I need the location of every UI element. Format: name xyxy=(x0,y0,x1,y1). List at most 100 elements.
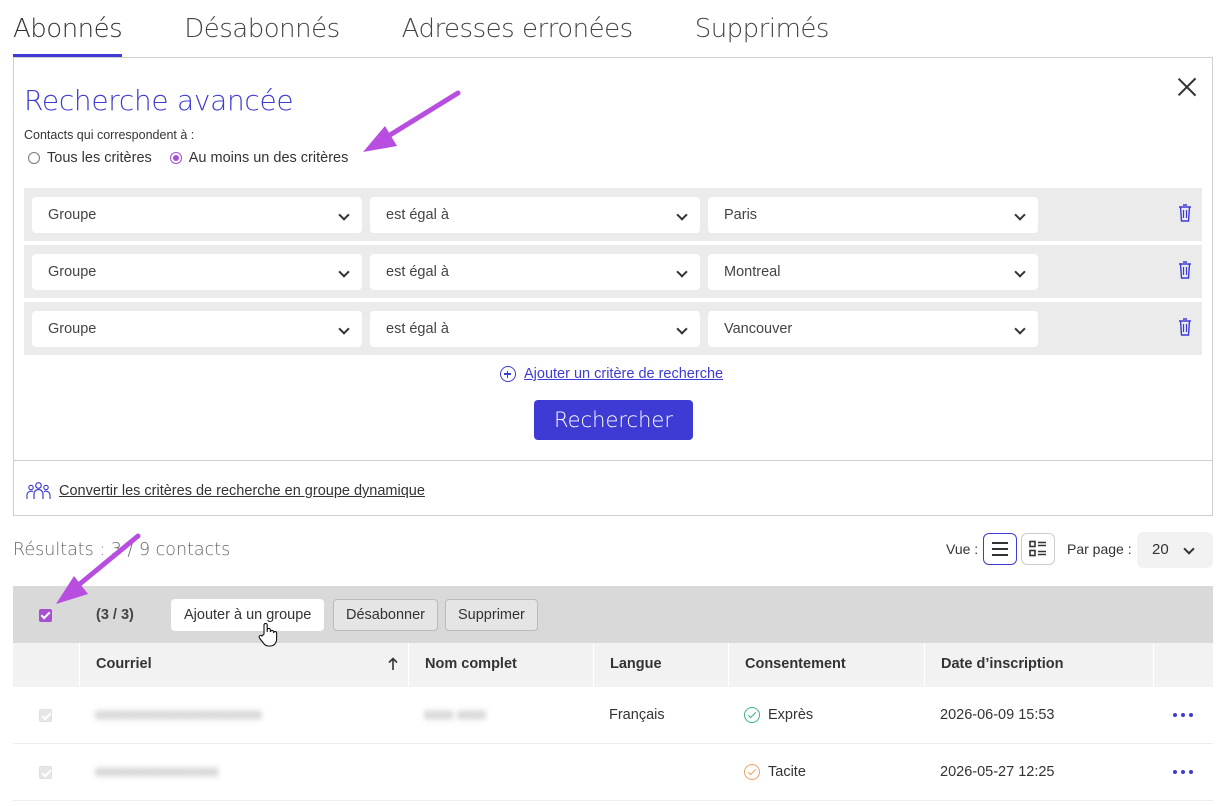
criterion-field-value: Groupe xyxy=(48,264,97,280)
close-icon[interactable] xyxy=(1176,76,1198,98)
criterion-field-value: Groupe xyxy=(48,207,97,223)
chevron-down-icon xyxy=(338,266,350,278)
list-view-button[interactable] xyxy=(983,533,1017,565)
radio-button-any[interactable] xyxy=(169,152,182,164)
column-header-email[interactable]: Courriel xyxy=(79,643,408,687)
trash-icon[interactable] xyxy=(1178,261,1192,279)
radio-any-label: Au moins un des critères xyxy=(188,150,349,166)
chevron-down-icon xyxy=(338,323,350,335)
panel-footer: Convertir les critères de recherche en g… xyxy=(14,460,1212,516)
criterion-operator-value: est égal à xyxy=(386,207,449,223)
table-header: Courriel Nom complet Langue Consentement… xyxy=(13,643,1213,687)
advanced-search-panel: Recherche avancée Contacts qui correspon… xyxy=(13,57,1213,516)
criterion-operator-value: est égal à xyxy=(386,321,449,337)
column-header-label: Consentement xyxy=(745,656,846,672)
column-header-actions xyxy=(1153,643,1213,687)
row-consent: Exprès xyxy=(744,687,813,743)
tab-supprimes[interactable]: Supprimés xyxy=(695,0,830,57)
criterion-row: Groupe est égal à Montreal xyxy=(24,245,1202,298)
row-consent: Tacite xyxy=(744,744,806,800)
selection-count: (3 / 3) xyxy=(96,607,134,623)
column-header-date[interactable]: Date d’inscription xyxy=(924,643,1153,687)
view-label: Vue : xyxy=(946,541,979,557)
row-email: xxxxxxxxxxxxxxxxxxxxxxx xyxy=(95,707,262,723)
column-header-label: Date d’inscription xyxy=(941,656,1064,672)
per-page-label: Par page : xyxy=(1067,541,1132,557)
match-label: Contacts qui correspondent à : xyxy=(24,128,195,142)
criterion-value-text: Paris xyxy=(724,207,758,223)
advanced-search-title: Recherche avancée xyxy=(24,84,294,117)
chevron-down-icon xyxy=(1183,543,1195,555)
tab-abonnes[interactable]: Abonnés xyxy=(13,0,123,57)
column-header-name[interactable]: Nom complet xyxy=(408,643,593,687)
radio-all-criteria[interactable]: Tous les critères xyxy=(28,150,152,166)
column-header-label: Langue xyxy=(610,656,662,672)
row-date: 2026-05-27 12:25 xyxy=(940,764,1055,780)
row-date: 2026-06-09 15:53 xyxy=(940,707,1055,723)
criterion-value-select[interactable]: Montreal xyxy=(708,254,1038,290)
row-consent-label: Tacite xyxy=(768,764,806,780)
column-header-label: Courriel xyxy=(96,656,152,672)
criterion-field-select[interactable]: Groupe xyxy=(32,197,362,233)
chevron-down-icon xyxy=(1014,209,1026,221)
results-summary: Résultats : 3 / 9 contacts xyxy=(13,540,231,560)
search-button[interactable]: Rechercher xyxy=(534,400,693,440)
criterion-operator-value: est égal à xyxy=(386,264,449,280)
per-page-value: 20 xyxy=(1152,541,1169,558)
tab-adresses-erronees[interactable]: Adresses erronées xyxy=(402,0,634,57)
plus-circle-icon xyxy=(500,366,516,382)
trash-icon[interactable] xyxy=(1178,318,1192,336)
row-language: Français xyxy=(609,707,665,723)
criterion-field-value: Groupe xyxy=(48,321,97,337)
check-circle-icon xyxy=(744,764,760,780)
select-all-checkbox[interactable] xyxy=(39,609,52,622)
criterion-field-select[interactable]: Groupe xyxy=(32,254,362,290)
criterion-operator-select[interactable]: est égal à xyxy=(370,311,700,347)
per-page-select[interactable]: 20 xyxy=(1137,532,1213,568)
grid-list-icon xyxy=(1029,540,1046,557)
criterion-value-text: Vancouver xyxy=(724,321,793,337)
add-criterion-label: Ajouter un critère de recherche xyxy=(524,366,724,382)
criterion-operator-select[interactable]: est égal à xyxy=(370,197,700,233)
arrow-up-icon xyxy=(388,657,398,670)
chevron-down-icon xyxy=(676,323,688,335)
radio-any-criteria[interactable]: Au moins un des critères xyxy=(169,150,349,166)
list-icon xyxy=(992,542,1008,556)
more-options-icon[interactable] xyxy=(1169,713,1193,717)
tab-desabonnes[interactable]: Désabonnés xyxy=(184,0,340,57)
radio-all-label: Tous les critères xyxy=(47,150,152,166)
convert-dynamic-group-link[interactable]: Convertir les critères de recherche en g… xyxy=(26,481,425,501)
table-row[interactable]: xxxxxxxxxxxxxxxxx Tacite 2026-05-27 12:2… xyxy=(13,744,1213,801)
row-checkbox[interactable] xyxy=(39,766,52,779)
people-group-icon xyxy=(26,482,51,499)
trash-icon[interactable] xyxy=(1178,204,1192,222)
row-name: xxxx xxxx xyxy=(424,707,487,723)
criterion-field-select[interactable]: Groupe xyxy=(32,311,362,347)
chevron-down-icon xyxy=(676,209,688,221)
column-header-consent[interactable]: Consentement xyxy=(728,643,924,687)
column-header-language[interactable]: Langue xyxy=(593,643,728,687)
row-email: xxxxxxxxxxxxxxxxx xyxy=(95,764,219,780)
criterion-operator-select[interactable]: est égal à xyxy=(370,254,700,290)
criterion-value-select[interactable]: Vancouver xyxy=(708,311,1038,347)
row-checkbox[interactable] xyxy=(39,709,52,722)
hand-cursor-icon xyxy=(258,622,278,647)
check-circle-icon xyxy=(744,707,760,723)
criterion-value-text: Montreal xyxy=(724,264,781,280)
more-options-icon[interactable] xyxy=(1169,770,1193,774)
radio-button-all[interactable] xyxy=(28,152,40,164)
compact-view-button[interactable] xyxy=(1021,533,1055,565)
delete-button[interactable]: Supprimer xyxy=(445,599,538,631)
criterion-row: Groupe est égal à Paris xyxy=(24,188,1202,241)
criterion-value-select[interactable]: Paris xyxy=(708,197,1038,233)
chevron-down-icon xyxy=(1014,323,1026,335)
bulk-action-bar: (3 / 3) Ajouter à un groupe Désabonner S… xyxy=(13,586,1213,643)
chevron-down-icon xyxy=(338,209,350,221)
add-to-group-button[interactable]: Ajouter à un groupe xyxy=(171,599,325,631)
tab-bar: Abonnés Désabonnés Adresses erronées Sup… xyxy=(13,0,891,57)
add-criterion-link[interactable]: Ajouter un critère de recherche xyxy=(500,366,723,382)
criterion-row: Groupe est égal à Vancouver xyxy=(24,302,1202,355)
table-row[interactable]: xxxxxxxxxxxxxxxxxxxxxxx xxxx xxxx França… xyxy=(13,687,1213,744)
match-mode-radios: Tous les critères Au moins un des critèr… xyxy=(28,150,366,166)
unsubscribe-button[interactable]: Désabonner xyxy=(333,599,438,631)
